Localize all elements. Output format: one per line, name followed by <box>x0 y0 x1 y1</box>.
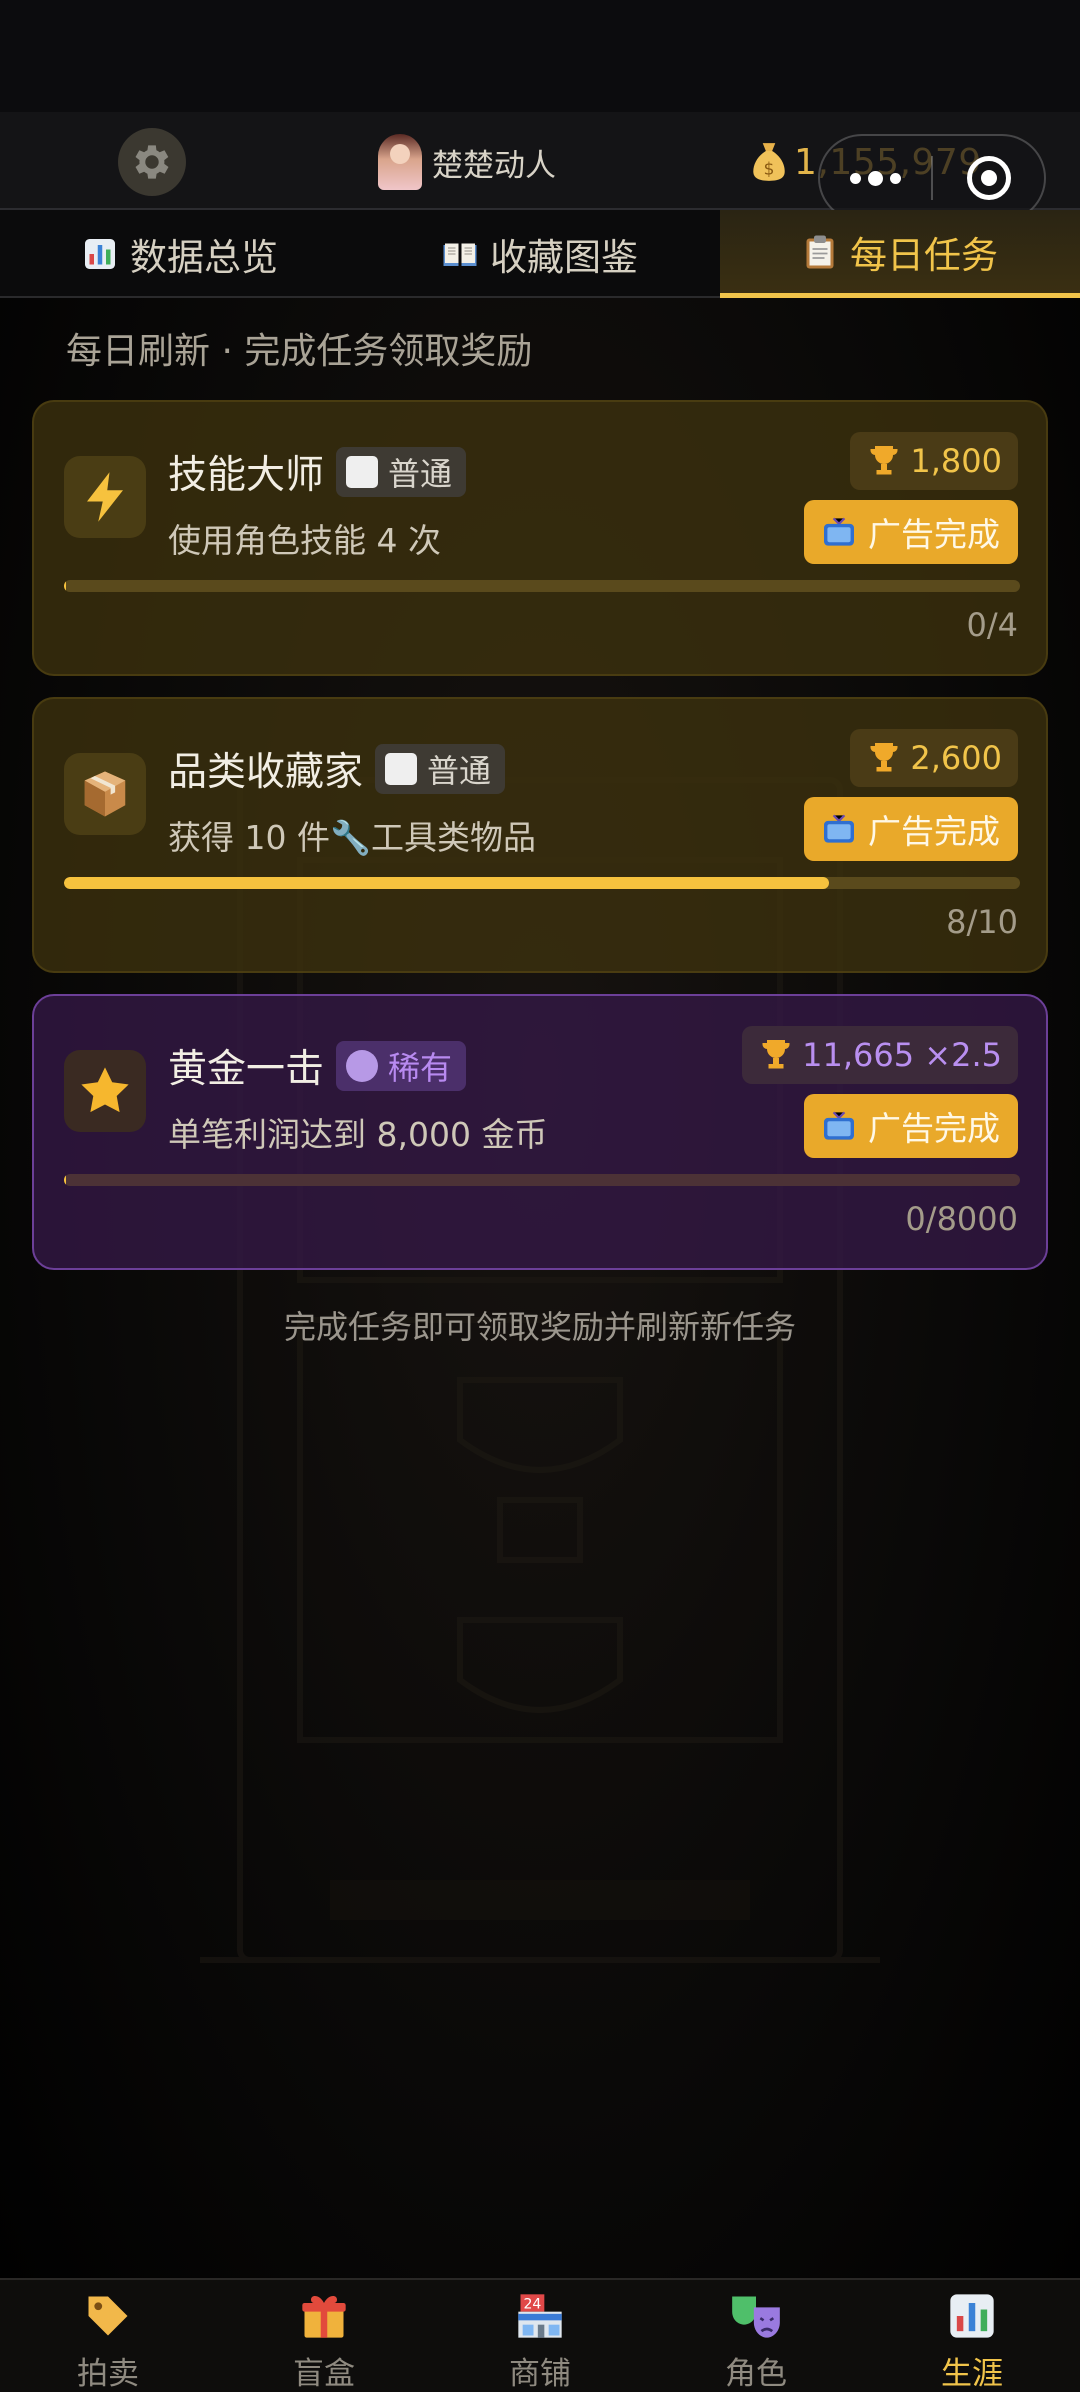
tab-label: 收藏图鉴 <box>490 236 638 279</box>
tab-collection[interactable]: 收藏图鉴 <box>360 210 720 298</box>
task-icon-box <box>64 753 146 835</box>
nav-label: 拍卖 <box>77 2356 139 2392</box>
task-icon-box <box>64 456 146 538</box>
tab-label: 每日任务 <box>850 233 998 277</box>
username: 楚楚动人 <box>432 147 556 184</box>
reward-amount: 11,665 ×2.5 <box>802 1036 1002 1074</box>
theater-masks-icon <box>732 2296 780 2338</box>
task-title-row: 黄金一击 稀有 <box>168 1038 467 1094</box>
progress-bar <box>64 877 1020 889</box>
reward-badge: 2,600 <box>850 729 1018 787</box>
tab-data-overview[interactable]: 数据总览 <box>0 210 360 298</box>
task-title-row: 技能大师 普通 <box>168 444 467 500</box>
watch-ad-complete-button[interactable]: 广告完成 <box>804 500 1018 564</box>
purple-circle-icon <box>346 1050 379 1082</box>
money-bag-icon: $ <box>753 143 785 181</box>
progress-text: 8/10 <box>946 903 1018 941</box>
clipboard-icon <box>806 235 834 268</box>
task-title: 黄金一击 <box>168 1047 325 1092</box>
svg-text:$: $ <box>764 160 775 180</box>
nav-label: 生涯 <box>941 2356 1003 2392</box>
reward-badge: 1,800 <box>850 432 1018 490</box>
task-title-row: 品类收藏家 普通 <box>168 741 506 797</box>
more-dots-icon[interactable] <box>820 170 931 186</box>
tab-daily-tasks[interactable]: 每日任务 <box>720 210 1080 298</box>
convenience-store-icon: 24 <box>518 2294 562 2338</box>
lightning-icon <box>87 472 123 522</box>
trophy-icon <box>870 446 898 475</box>
gift-box-icon <box>302 2296 346 2338</box>
task-card: 技能大师 普通 使用角色技能 4 次 1,800 广告完成 0/4 <box>32 400 1048 676</box>
bar-chart-icon <box>85 239 115 269</box>
reward-amount: 1,800 <box>910 442 1002 480</box>
open-book-icon <box>443 243 477 266</box>
page-subtitle: 每日刷新 · 完成任务领取奖励 <box>66 331 533 372</box>
avatar <box>378 134 422 190</box>
trophy-icon <box>870 743 898 772</box>
tab-bar: 数据总览 收藏图鉴 每日任务 <box>0 210 1080 298</box>
svg-text:24: 24 <box>523 2296 541 2312</box>
progress-bar <box>64 1174 1020 1186</box>
tab-label: 数据总览 <box>130 236 278 279</box>
star-icon <box>81 1067 129 1113</box>
rarity-label: 普通 <box>427 752 492 790</box>
nav-item-blind-box[interactable]: 盲盒 <box>216 2280 432 2392</box>
progress-fill <box>64 877 829 889</box>
rarity-label: 稀有 <box>388 1049 453 1087</box>
watch-ad-complete-button[interactable]: 广告完成 <box>804 797 1018 861</box>
rarity-badge: 普通 <box>375 744 506 794</box>
television-icon <box>824 814 854 843</box>
settings-button[interactable] <box>118 128 186 196</box>
nav-item-shop[interactable]: 24 商铺 <box>432 2280 648 2392</box>
bottom-nav: 拍卖 盲盒 24 商铺 角色 生涯 <box>0 2278 1080 2392</box>
reward-amount: 2,600 <box>910 739 1002 777</box>
mini-program-capsule <box>818 134 1046 222</box>
progress-text: 0/4 <box>966 606 1019 644</box>
watch-ad-complete-button[interactable]: 广告完成 <box>804 1094 1018 1158</box>
white-square-icon <box>385 753 418 785</box>
task-description: 使用角色技能 4 次 <box>168 521 441 560</box>
task-title: 品类收藏家 <box>168 750 364 795</box>
white-square-icon <box>346 456 379 488</box>
ad-button-label: 广告完成 <box>868 515 1000 554</box>
nav-label: 盲盒 <box>293 2356 355 2392</box>
nav-label: 角色 <box>725 2356 787 2392</box>
rarity-label: 普通 <box>388 455 453 493</box>
nav-item-career[interactable]: 生涯 <box>864 2280 1080 2392</box>
task-card-rare: 黄金一击 稀有 单笔利润达到 8,000 金币 11,665 ×2.5 广告完成… <box>32 994 1048 1270</box>
task-title: 技能大师 <box>168 453 325 498</box>
progress-text: 0/8000 <box>905 1200 1018 1238</box>
footer-note: 完成任务即可领取奖励并刷新新任务 <box>283 1308 796 1346</box>
ad-button-label: 广告完成 <box>868 812 1000 851</box>
reward-badge: 11,665 ×2.5 <box>742 1026 1018 1084</box>
task-description: 获得 10 件🔧工具类物品 <box>168 818 537 857</box>
nav-item-auction[interactable]: 拍卖 <box>0 2280 216 2392</box>
rarity-badge: 稀有 <box>336 1041 467 1091</box>
price-tag-icon <box>88 2296 128 2336</box>
task-description: 单笔利润达到 8,000 金币 <box>168 1115 548 1154</box>
task-card: 品类收藏家 普通 获得 10 件🔧工具类物品 2,600 广告完成 8/10 <box>32 697 1048 973</box>
progress-bar <box>64 580 1020 592</box>
task-icon-box <box>64 1050 146 1132</box>
bar-chart-icon <box>950 2294 994 2338</box>
rarity-badge: 普通 <box>336 447 467 497</box>
status-bar <box>0 0 1080 112</box>
top-bar: 楚楚动人 $ 1,155,979 <box>0 112 1080 222</box>
user-info[interactable]: 楚楚动人 <box>378 132 556 192</box>
nav-label: 商铺 <box>509 2356 571 2392</box>
daily-tasks-screen: 楚楚动人 $ 1,155,979 数据总览 <box>0 0 1080 2392</box>
close-target-icon[interactable] <box>933 156 1044 200</box>
television-icon <box>824 1111 854 1140</box>
package-icon <box>84 771 126 817</box>
progress-fill <box>64 1174 66 1186</box>
nav-item-character[interactable]: 角色 <box>648 2280 864 2392</box>
trophy-icon <box>762 1040 790 1069</box>
gear-icon <box>135 145 169 179</box>
ad-button-label: 广告完成 <box>868 1109 1000 1148</box>
progress-fill <box>64 580 66 592</box>
television-icon <box>824 517 854 546</box>
